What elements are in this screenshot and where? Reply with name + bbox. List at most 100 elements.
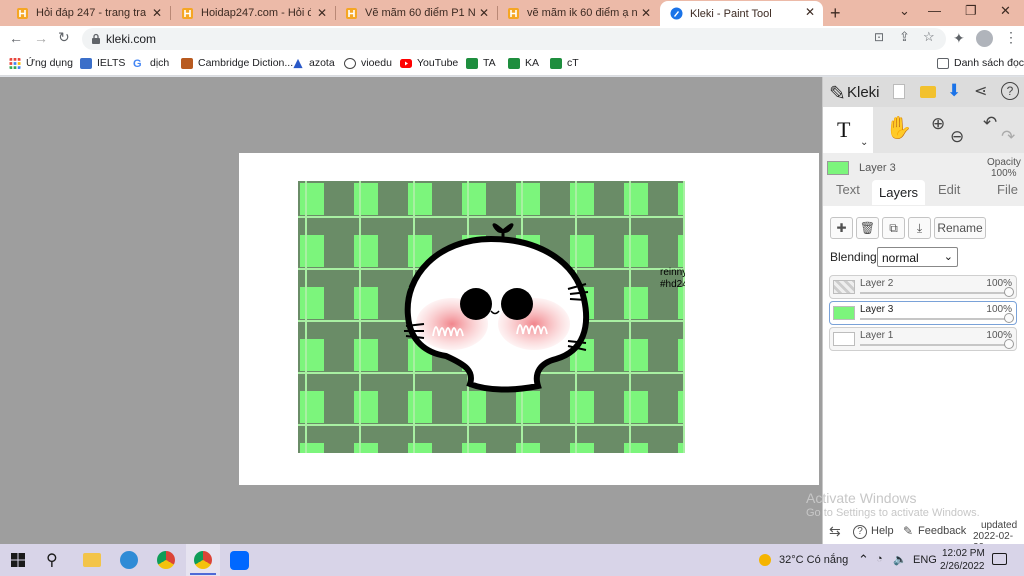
close-tab-icon[interactable]: ✕ [152,6,162,20]
bookmark-azota[interactable]: azota [292,57,335,69]
close-tab-icon[interactable]: ✕ [317,6,327,20]
chevron-up-icon[interactable]: ⌃ [858,552,869,568]
layer-opacity-slider[interactable] [860,318,1008,320]
reload-icon[interactable]: ↻ [58,29,70,46]
download-icon[interactable]: ⬇ [947,81,961,101]
bookmark-ct[interactable]: cT [550,57,579,69]
tab-search-icon[interactable]: ⌄ [899,3,910,19]
bookmark-ka[interactable]: KA [508,57,539,69]
merge-layer-button[interactable]: ⤓ [908,217,931,239]
chrome-icon[interactable] [157,551,175,569]
zoom-in-icon[interactable]: ⊕ [931,114,945,134]
tab-layers[interactable]: Layers [872,180,926,205]
layer-opacity-knob[interactable] [1004,339,1014,349]
signature-line-2: #hd247 [660,279,685,290]
signature-line-1: reinny [660,267,685,278]
layer-opacity-knob[interactable] [1004,313,1014,323]
zoom-out-icon[interactable]: ⊖ [950,127,964,147]
pattern-square [570,391,594,423]
tab-text[interactable]: Text [836,182,860,197]
bookmark-youtube[interactable]: YouTube [400,57,458,69]
hoidap-icon [508,7,519,19]
bookmark-cambridge[interactable]: Cambridge Diction... [181,57,293,69]
kleki-workspace[interactable]: reinny #hd247 [0,77,822,544]
add-layer-button[interactable]: ✚ [830,217,853,239]
minimize-icon[interactable]: — [928,3,941,18]
help-icon[interactable]: ? [1001,82,1019,100]
zalo-icon[interactable] [230,551,249,570]
layer-item[interactable]: Layer 1 100% [829,327,1017,351]
layer-opacity-slider[interactable] [860,344,1008,346]
tab-file[interactable]: File [997,182,1018,197]
delete-layer-button[interactable]: 🗑 [856,217,879,239]
forward-icon[interactable]: → [34,30,48,46]
back-icon[interactable]: ← [9,30,23,46]
rename-button[interactable]: Rename [934,217,986,239]
reading-list-icon [937,57,949,69]
pattern-square [462,443,486,453]
redo-icon[interactable]: ↷ [1001,127,1015,147]
pattern-square [408,183,432,215]
close-tab-icon[interactable]: ✕ [641,6,651,20]
right-eye [501,288,533,320]
layer-item[interactable]: Layer 2 100% [829,275,1017,299]
feedback-button[interactable]: Feedback [918,525,966,537]
hand-tool-icon[interactable]: ✋ [885,115,912,141]
share-icon[interactable]: ⋖ [974,81,987,101]
duplicate-layer-button[interactable]: ⧉ [882,217,905,239]
close-window-icon[interactable]: ✕ [1000,3,1011,19]
layer-opacity-slider[interactable] [860,292,1008,294]
undo-icon[interactable]: ↶ [983,113,997,133]
ielts-icon [80,57,92,69]
swap-icon[interactable]: ⇆ [829,523,841,540]
pattern-square [300,183,324,215]
tab-kleki[interactable]: Kleki - Paint Tool ✕ [660,1,823,26]
clock-date[interactable]: 2/26/2022 [940,561,985,572]
drawing-canvas[interactable]: reinny #hd247 [239,153,819,485]
new-tab-button[interactable]: + [830,3,841,24]
restore-icon[interactable]: ❐ [965,3,977,19]
edge-icon[interactable] [120,551,138,569]
notification-icon[interactable] [992,553,1007,565]
close-tab-icon[interactable]: ✕ [479,6,489,20]
address-bar[interactable]: kleki.com ⊡ ⇪ ☆ [82,28,946,50]
share-icon[interactable]: ⇪ [899,29,910,45]
tab-hoidap-3[interactable]: Vẽ mãm 60 điểm P1 Nt..... cả ✕ [335,2,498,24]
help-button[interactable]: Help [871,525,894,537]
reading-list-button[interactable]: Danh sách đọc [937,57,1024,69]
sun-icon [759,554,771,566]
bookmark-vioedu[interactable]: vioedu [344,57,392,69]
file-explorer-icon[interactable] [83,553,101,567]
weather-text[interactable]: 32°C Có nắng [779,554,848,566]
bookmark-star-icon[interactable]: ☆ [923,29,935,45]
translate-icon[interactable]: ⊡ [874,30,884,44]
close-tab-icon[interactable]: ✕ [805,5,815,19]
tab-edit[interactable]: Edit [938,182,960,197]
bookmark-ielts[interactable]: IELTS [80,57,125,69]
bookmark-apps[interactable]: Ứng dụng [9,57,73,69]
chevron-down-icon[interactable]: ⌄ [860,137,868,148]
pattern-square [570,235,594,267]
kleki-logo[interactable]: Kleki [847,84,880,101]
windows-start-icon[interactable] [11,553,25,567]
layer-opacity-knob[interactable] [1004,287,1014,297]
tab-hoidap-1[interactable]: Hỏi đáp 247 - trang tra loi ✕ [6,2,171,24]
tab-hoidap-4[interactable]: vẽ mãm ik 60 điểm ạ nhìn dư ✕ [497,2,659,24]
extensions-icon[interactable]: ✦ [953,30,965,47]
new-image-icon[interactable] [893,84,905,99]
tab-hoidap-2[interactable]: Hoidap247.com - Hỏi đáp on ✕ [171,2,336,24]
language-indicator[interactable]: ENG [913,554,937,566]
updated-label: updated [981,520,1018,531]
search-icon[interactable]: ⚲ [46,550,58,570]
tab-strip: Hỏi đáp 247 - trang tra loi ✕ Hoidap247.… [0,0,1024,26]
bookmark-ta[interactable]: TA [466,57,496,69]
menu-icon[interactable]: ⋮ [1004,29,1018,46]
blending-select[interactable]: normal ⌄ [877,247,958,267]
bookmark-dich[interactable]: Gdịch [133,57,169,70]
wifi-icon[interactable]: ◔ [876,553,883,565]
layer-item-selected[interactable]: Layer 3 100% [829,301,1017,325]
clock-time[interactable]: 12:02 PM [942,548,985,559]
profile-avatar[interactable] [976,30,993,47]
speaker-icon[interactable]: 🔈 [893,553,907,566]
open-folder-icon[interactable] [920,86,936,98]
